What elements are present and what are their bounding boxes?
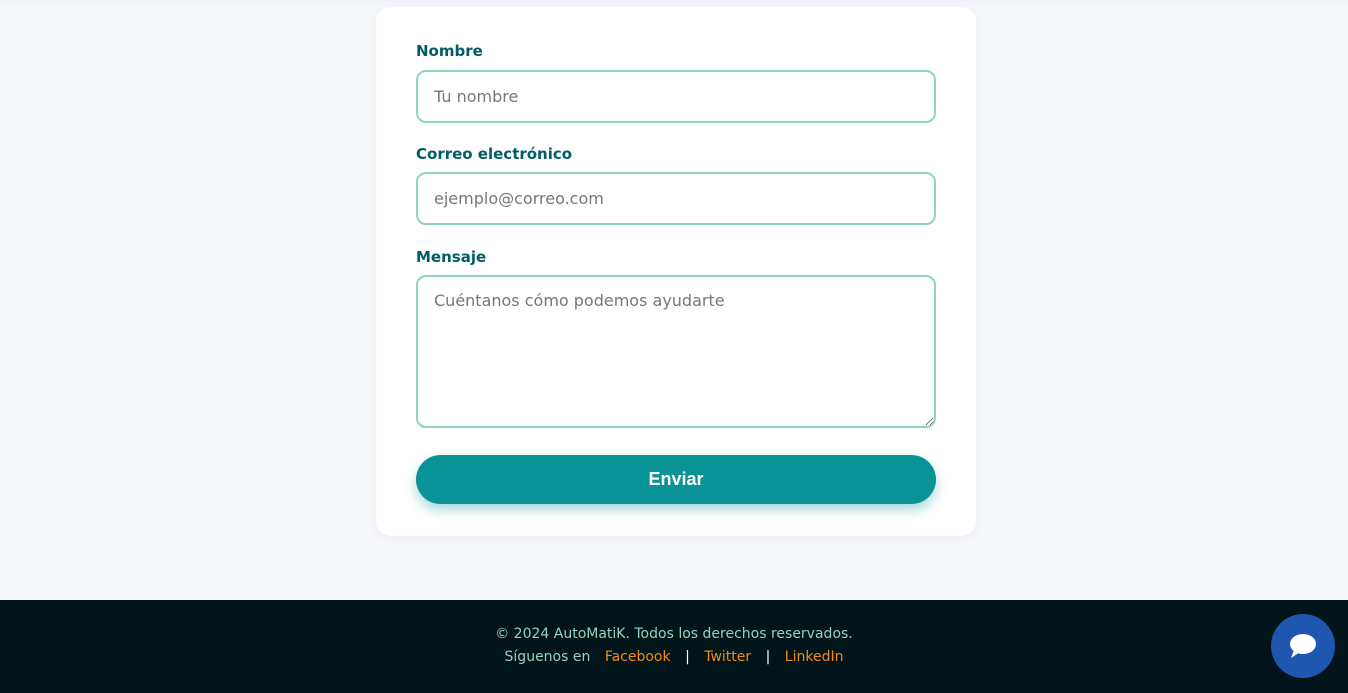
chat-widget-button[interactable] <box>1271 614 1335 678</box>
follow-text: Síguenos en <box>504 649 591 665</box>
name-input[interactable] <box>416 70 936 123</box>
twitter-link[interactable]: Twitter <box>704 649 751 665</box>
site-footer: © 2024 AutoMatiK. Todos los derechos res… <box>0 600 1348 693</box>
name-label: Nombre <box>416 42 483 60</box>
chat-bubble-icon <box>1290 634 1316 658</box>
linkedin-link[interactable]: LinkedIn <box>785 649 844 665</box>
message-textarea[interactable] <box>416 275 936 428</box>
copyright-text: © 2024 AutoMatiK. Todos los derechos res… <box>495 626 853 642</box>
facebook-link[interactable]: Facebook <box>605 649 671 665</box>
link-separator: | <box>685 649 690 665</box>
email-label: Correo electrónico <box>416 145 573 163</box>
message-label: Mensaje <box>416 248 487 266</box>
header-shadow <box>0 0 1348 6</box>
submit-button[interactable]: Enviar <box>416 455 936 504</box>
social-links: Síguenos en Facebook | Twitter | LinkedI… <box>0 649 1348 665</box>
email-input[interactable] <box>416 172 936 225</box>
contact-form: Nombre Correo electrónico Mensaje Enviar <box>376 7 976 536</box>
link-separator: | <box>765 649 771 665</box>
